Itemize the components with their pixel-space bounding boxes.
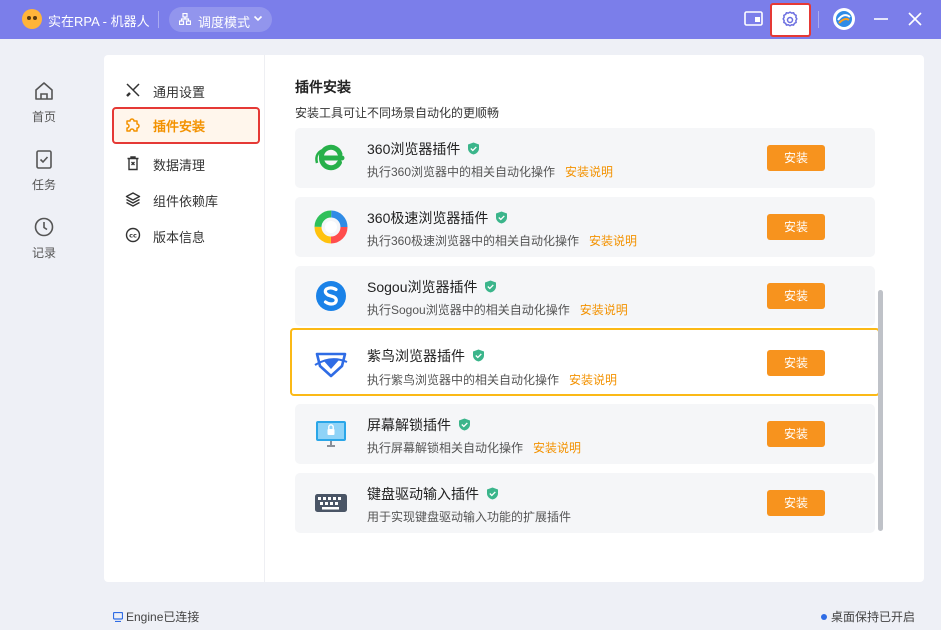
install-guide-link[interactable]: 安装说明 — [565, 165, 613, 179]
window-icon[interactable] — [742, 8, 766, 30]
plugin-card-360: 360浏览器插件 执行360浏览器中的相关自动化操作 安装说明 安装 — [295, 128, 875, 188]
install-button[interactable]: 安装 — [767, 145, 825, 171]
plugin-card-keyboard: 键盘驱动输入插件 用于实现键盘驱动输入功能的扩展插件 安装 — [295, 473, 875, 533]
install-guide-link[interactable]: 安装说明 — [569, 373, 617, 387]
engine-status-text: Engine已连接 — [126, 610, 200, 624]
plugin-desc: 执行屏幕解锁相关自动化操作 安装说明 — [367, 441, 582, 455]
menu-label: 插件安装 — [153, 119, 206, 134]
menu-component-library[interactable]: 组件依赖库 — [112, 182, 260, 216]
close-icon[interactable] — [903, 8, 927, 30]
divider — [818, 11, 819, 28]
avatar-icon[interactable] — [833, 8, 855, 30]
browser-360-icon — [315, 144, 345, 171]
verified-icon — [496, 211, 508, 224]
scheduling-icon — [179, 13, 191, 25]
plugin-name: 紫鸟浏览器插件 — [367, 346, 485, 366]
menu-general-settings[interactable]: 通用设置 — [112, 73, 260, 107]
install-button[interactable]: 安装 — [767, 421, 825, 447]
home-icon — [35, 82, 53, 100]
menu-label: 数据清理 — [153, 158, 206, 173]
install-button[interactable]: 安装 — [767, 350, 825, 376]
logo-icon — [22, 9, 42, 29]
install-guide-link[interactable]: 安装说明 — [580, 303, 628, 317]
menu-version-info[interactable]: cc 版本信息 — [112, 218, 260, 252]
copyright-icon: cc — [125, 227, 141, 243]
install-button[interactable]: 安装 — [767, 214, 825, 240]
nav-record-label: 记录 — [31, 246, 56, 260]
layers-icon — [125, 192, 141, 207]
verified-icon — [473, 349, 484, 362]
plugin-name: 360极速浏览器插件 — [367, 208, 508, 228]
app-title: 实在RPA - 机器人 — [48, 14, 150, 29]
status-dot-icon — [821, 614, 827, 620]
nav-task-label: 任务 — [31, 178, 56, 192]
mode-dropdown[interactable]: 调度模式 — [169, 7, 272, 32]
gear-icon — [782, 11, 798, 27]
browser-ziniao-icon — [314, 352, 348, 378]
plugin-desc: 执行360浏览器中的相关自动化操作 安装说明 — [367, 165, 614, 179]
plugin-card-360-speed: 360极速浏览器插件 执行360极速浏览器中的相关自动化操作 安装说明 安装 — [295, 197, 875, 257]
menu-label: 组件依赖库 — [153, 194, 219, 209]
plugin-desc: 执行360极速浏览器中的相关自动化操作 安装说明 — [367, 234, 638, 248]
plugin-card-ziniao: 紫鸟浏览器插件 执行紫鸟浏览器中的相关自动化操作 安装说明 安装 — [290, 328, 880, 396]
nav-task[interactable]: 任务 — [16, 148, 72, 198]
menu-label: 通用设置 — [153, 85, 206, 100]
plugin-desc: 执行紫鸟浏览器中的相关自动化操作 安装说明 — [367, 373, 618, 387]
scrollbar[interactable] — [878, 290, 883, 531]
chevron-down-icon — [253, 15, 263, 22]
divider — [264, 55, 265, 582]
desktop-status: 桌面保持已开启 — [821, 608, 915, 625]
menu-data-cleanup[interactable]: 数据清理 — [112, 146, 260, 180]
desktop-status-text: 桌面保持已开启 — [831, 610, 916, 624]
plugin-name: 屏幕解锁插件 — [367, 415, 471, 435]
install-button[interactable]: 安装 — [767, 490, 825, 516]
browser-sogou-icon — [316, 281, 346, 311]
clock-icon — [34, 217, 54, 237]
divider — [158, 11, 159, 28]
nav-home-label: 首页 — [31, 110, 56, 124]
install-guide-link[interactable]: 安装说明 — [533, 441, 581, 455]
plugin-name: Sogou浏览器插件 — [367, 277, 497, 297]
plugin-desc: 用于实现键盘驱动输入功能的扩展插件 — [367, 510, 572, 524]
trash-icon — [127, 156, 139, 171]
section-title: 插件安装 — [295, 79, 351, 95]
plugin-card-sogou: Sogou浏览器插件 执行Sogou浏览器中的相关自动化操作 安装说明 安装 — [295, 266, 875, 326]
settings-button[interactable] — [770, 3, 811, 37]
minimize-icon[interactable] — [869, 8, 893, 30]
menu-plugin-install[interactable]: 插件安装 — [112, 107, 260, 144]
section-subtitle: 安装工具可让不同场景自动化的更顺畅 — [295, 106, 500, 120]
puzzle-icon — [126, 118, 140, 132]
screen-unlock-icon — [316, 421, 346, 447]
avatar-logo — [836, 11, 852, 27]
plugin-desc: 执行Sogou浏览器中的相关自动化操作 安装说明 — [367, 303, 628, 317]
menu-label: 版本信息 — [153, 230, 206, 245]
engine-status: Engine已连接 — [113, 608, 199, 625]
task-icon — [36, 150, 52, 169]
install-guide-link[interactable]: 安装说明 — [589, 234, 637, 248]
verified-icon — [487, 487, 498, 500]
verified-icon — [468, 142, 480, 155]
tools-icon — [126, 83, 140, 97]
verified-icon — [485, 280, 497, 293]
engine-icon — [113, 612, 123, 622]
keyboard-icon — [315, 494, 347, 512]
browser-360-speed-icon — [314, 210, 348, 244]
mode-label: 调度模式 — [198, 15, 251, 30]
nav-record[interactable]: 记录 — [16, 216, 72, 266]
plugin-name: 360浏览器插件 — [367, 139, 480, 159]
plugin-card-screen-unlock: 屏幕解锁插件 执行屏幕解锁相关自动化操作 安装说明 安装 — [295, 404, 875, 464]
nav-home[interactable]: 首页 — [16, 80, 72, 130]
svg-text:cc: cc — [129, 232, 137, 240]
title-bar: 实在RPA - 机器人 调度模式 — [0, 0, 941, 39]
plugin-name: 键盘驱动输入插件 — [367, 484, 499, 504]
install-button[interactable]: 安装 — [767, 283, 825, 309]
verified-icon — [459, 418, 470, 431]
